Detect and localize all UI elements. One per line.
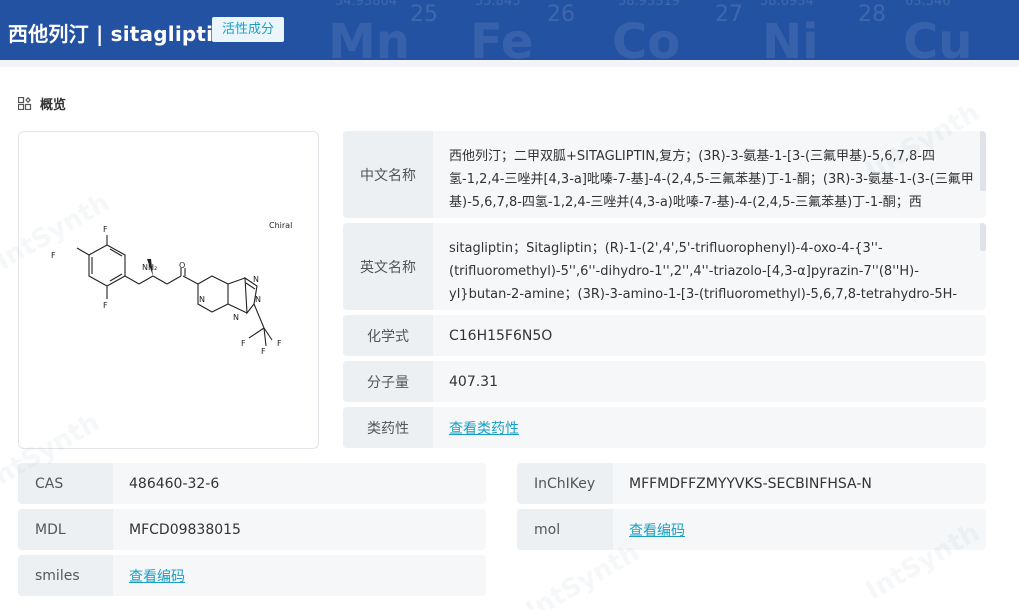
row-label: MDL bbox=[18, 509, 113, 550]
inchikey-value: MFFMDFFZMYYVKS-SECBINFHSA-N bbox=[629, 475, 872, 492]
atom-label: F bbox=[261, 347, 266, 356]
view-mol-code-link[interactable]: 查看编码 bbox=[629, 520, 685, 540]
atom-label: F bbox=[103, 301, 108, 310]
row-label: smiles bbox=[18, 555, 113, 596]
bg-element-symbol: Fe bbox=[470, 14, 534, 60]
row-molecular-weight: 分子量 407.31 bbox=[343, 361, 986, 402]
mdl-value: MFCD09838015 bbox=[129, 521, 241, 538]
row-label: 中文名称 bbox=[343, 131, 433, 218]
scrollbar[interactable] bbox=[980, 223, 986, 251]
row-label: 类药性 bbox=[343, 407, 433, 448]
row-mol: mol 查看编码 bbox=[517, 509, 986, 550]
bg-element-symbol: Co bbox=[612, 14, 681, 60]
bg-element-symbol: Cu bbox=[903, 14, 973, 60]
bg-atomic-mass: 58.93319 bbox=[618, 0, 681, 9]
formula-value: C16H15F6N5O bbox=[449, 327, 553, 344]
bg-element-symbol: Mn bbox=[328, 14, 410, 60]
row-label: 化学式 bbox=[343, 315, 433, 356]
row-inchikey: InChIKey MFFMDFFZMYYVKS-SECBINFHSA-N bbox=[517, 463, 986, 504]
bg-element-symbol: Ni bbox=[762, 14, 819, 60]
bg-atomic-mass: 58.6934 bbox=[760, 0, 814, 9]
molecular-weight-value: 407.31 bbox=[449, 373, 498, 390]
atom-label: N bbox=[255, 295, 261, 304]
bg-atomic-number: 25 bbox=[410, 2, 438, 27]
row-formula: 化学式 C16H15F6N5O bbox=[343, 315, 986, 356]
row-smiles: smiles 查看编码 bbox=[18, 555, 486, 596]
chiral-label: Chiral bbox=[269, 221, 292, 230]
bg-atomic-mass: 63.546 bbox=[905, 0, 951, 9]
atom-label: F bbox=[277, 339, 282, 348]
chinese-name-value: 西他列汀；二甲双胍+SITAGLIPTIN,复方；(3R)-3-氨基-1-[3-… bbox=[449, 149, 974, 210]
row-chinese-name: 中文名称 西他列汀；二甲双胍+SITAGLIPTIN,复方；(3R)-3-氨基-… bbox=[343, 131, 986, 218]
cas-value: 486460-32-6 bbox=[129, 475, 220, 492]
row-label: InChIKey bbox=[517, 463, 613, 504]
section-heading: 概览 bbox=[18, 94, 66, 113]
view-smiles-code-link[interactable]: 查看编码 bbox=[129, 566, 185, 586]
atom-label: NH₂ bbox=[142, 263, 157, 272]
bg-atomic-number: 28 bbox=[858, 2, 886, 27]
atom-label: N bbox=[253, 275, 259, 284]
compound-title: 西他列汀 | sitagliptin bbox=[8, 22, 228, 46]
bg-atomic-mass: 54.93804 bbox=[335, 0, 398, 9]
row-drug-likeness: 类药性 查看类药性 bbox=[343, 407, 986, 448]
view-drug-likeness-link[interactable]: 查看类药性 bbox=[449, 418, 519, 438]
row-label: 分子量 bbox=[343, 361, 433, 402]
grid-icon bbox=[18, 97, 32, 110]
row-cas: CAS 486460-32-6 bbox=[18, 463, 486, 504]
molecule-diagram: Chiral F F F NH₂ O N N N N F F F bbox=[51, 221, 292, 356]
atom-label: F bbox=[241, 339, 246, 348]
atom-label: N bbox=[199, 295, 205, 304]
row-label: mol bbox=[517, 509, 613, 550]
overview-card: 概览 Chiral F F F NH₂ O N N N N F F F 中文名称… bbox=[0, 67, 1019, 610]
bg-atomic-mass: 55.845 bbox=[475, 0, 521, 9]
row-english-name: 英文名称 sitagliptin；Sitagliptin；(R)-1-(2',4… bbox=[343, 223, 986, 310]
atom-label: N bbox=[233, 313, 239, 322]
structure-image: Chiral F F F NH₂ O N N N N F F F bbox=[18, 131, 319, 449]
row-label: CAS bbox=[18, 463, 113, 504]
section-title: 概览 bbox=[40, 98, 67, 113]
atom-label: F bbox=[51, 251, 56, 260]
english-name-value: sitagliptin；Sitagliptin；(R)-1-(2',4',5'-… bbox=[449, 241, 958, 302]
atom-label: F bbox=[103, 225, 108, 234]
scrollbar[interactable] bbox=[980, 131, 986, 191]
atom-label: O bbox=[179, 261, 185, 270]
page-header: 25 26 27 28 54.93804 55.845 58.93319 58.… bbox=[0, 0, 1019, 60]
bg-atomic-number: 27 bbox=[715, 2, 743, 27]
row-mdl: MDL MFCD09838015 bbox=[18, 509, 486, 550]
active-ingredient-badge: 活性成分 bbox=[212, 17, 285, 42]
bg-atomic-number: 26 bbox=[547, 2, 575, 27]
row-label: 英文名称 bbox=[343, 223, 433, 310]
